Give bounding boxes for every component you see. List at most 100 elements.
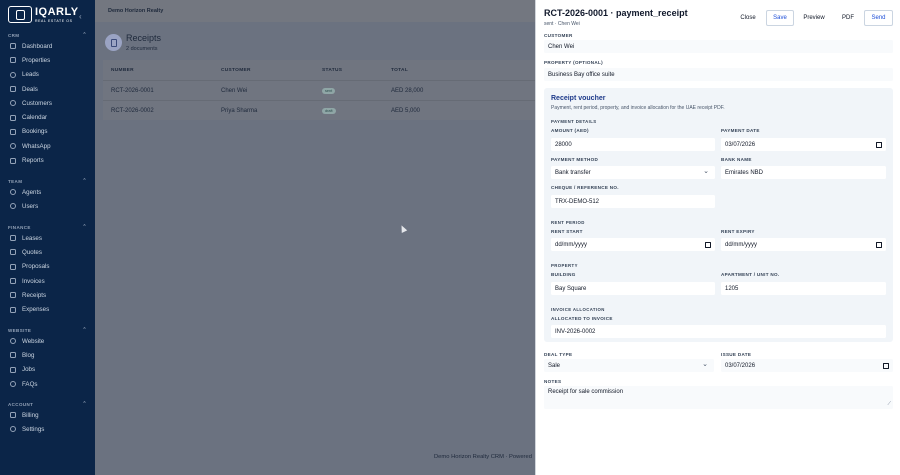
sidebar-item-billing[interactable]: Billing	[0, 408, 95, 422]
column-header-status[interactable]: STATUS	[322, 68, 391, 73]
users-icon	[10, 203, 16, 210]
payment-method-select[interactable]: Bank transfer	[551, 166, 715, 179]
receipt-number: RCT-2026-0002	[111, 107, 154, 114]
sidebar-item-receipts[interactable]: Receipts	[0, 288, 95, 302]
invoice-allocation-heading: INVOICE ALLOCATION	[551, 307, 605, 312]
notes-text: Receipt for sale commission	[548, 389, 624, 395]
sidebar-item-properties[interactable]: Properties	[0, 53, 95, 67]
rent-start-input[interactable]: dd/mm/yyyy	[551, 238, 715, 251]
resize-handle-icon[interactable]: ⟋	[887, 401, 891, 407]
allocated-invoice-input[interactable]: INV-2026-0002	[551, 325, 886, 338]
sidebar-item-proposals[interactable]: Proposals	[0, 260, 95, 274]
sidebar-item-invoices[interactable]: Invoices	[0, 274, 95, 288]
property-field[interactable]: Business Bay office suite	[544, 68, 893, 81]
amount-input[interactable]: 28000	[551, 138, 715, 151]
rent-expiry-input[interactable]: dd/mm/yyyy	[721, 238, 886, 251]
send-button[interactable]: Send	[864, 10, 893, 26]
issue-date-input[interactable]: 03/07/2026	[721, 359, 893, 372]
preview-button[interactable]: Preview	[798, 10, 830, 26]
sidebar-item-deals[interactable]: Deals	[0, 82, 95, 96]
rent-period-heading: RENT PERIOD	[551, 220, 585, 225]
chart-icon	[10, 157, 16, 164]
customer-label: CUSTOMER	[544, 33, 573, 38]
briefcase-icon	[10, 86, 16, 93]
save-button[interactable]: Save	[766, 10, 794, 26]
building-label: BUILDING	[551, 272, 576, 277]
nav-section-header[interactable]: ACCOUNT ⌃	[0, 400, 95, 408]
bookmark-icon	[10, 128, 16, 135]
gear-icon	[10, 426, 16, 433]
sidebar-item-blog[interactable]: Blog	[0, 348, 95, 362]
brand-logo[interactable]: IQARLY REAL ESTATE OS	[8, 6, 79, 23]
column-header-total[interactable]: TOTAL	[391, 68, 541, 73]
pdf-button[interactable]: PDF	[834, 10, 862, 26]
sidebar-item-calendar[interactable]: Calendar	[0, 110, 95, 124]
nav-section-header[interactable]: WEBSITE ⌃	[0, 326, 95, 334]
voucher-title: Receipt voucher	[551, 95, 606, 102]
user-check-icon	[10, 189, 16, 196]
deal-type-label: DEAL TYPE	[544, 352, 573, 357]
table-row[interactable]: RCT-2026-0001 Chen Wei sent AED 28,000	[103, 80, 543, 100]
document-icon	[10, 263, 16, 270]
nav-section-header[interactable]: CRM ⌃	[0, 31, 95, 39]
sidebar-item-quotes[interactable]: Quotes	[0, 245, 95, 259]
nav-section-account: ACCOUNT ⌃ Billing Settings	[0, 400, 95, 437]
deal-type-select[interactable]: Sale	[544, 359, 714, 372]
sidebar-item-agents[interactable]: Agents	[0, 185, 95, 199]
sidebar-item-jobs[interactable]: Jobs	[0, 363, 95, 377]
payment-date-input[interactable]: 03/07/2026	[721, 138, 886, 151]
sidebar: IQARLY REAL ESTATE OS ‹ CRM ⌃ Dashboard P…	[0, 0, 95, 475]
users-icon	[10, 71, 16, 78]
column-header-customer[interactable]: CUSTOMER	[221, 68, 322, 73]
sidebar-item-settings[interactable]: Settings	[0, 422, 95, 436]
voucher-description: Payment, rent period, property, and invo…	[551, 105, 725, 111]
org-name: Demo Horizon Realty	[108, 8, 164, 14]
amount-label: AMOUNT (AED)	[551, 128, 589, 133]
notes-label: NOTES	[544, 379, 562, 384]
receipt-number: RCT-2026-0001	[111, 87, 154, 94]
chat-icon	[10, 143, 16, 150]
collapse-sidebar-icon[interactable]: ‹	[79, 12, 82, 21]
status-badge: sent	[322, 87, 336, 94]
chevron-up-icon: ⌃	[82, 224, 87, 230]
receipt-voucher-panel: Receipt voucher Payment, rent period, pr…	[544, 88, 893, 342]
reference-input[interactable]: TRX-DEMO-512	[551, 195, 715, 208]
receipt-icon	[10, 292, 16, 299]
table-header: NUMBER CUSTOMER STATUS TOTAL	[103, 60, 543, 80]
customer-field[interactable]: Chen Wei	[544, 40, 893, 53]
brand-name: IQARLY	[35, 5, 79, 18]
sidebar-item-leases[interactable]: Leases	[0, 231, 95, 245]
notes-textarea[interactable]: Receipt for sale commission ⟋	[544, 386, 893, 409]
sidebar-item-bookings[interactable]: Bookings	[0, 125, 95, 139]
drawer-title: RCT-2026-0001 · payment_receipt	[544, 8, 688, 18]
column-header-number[interactable]: NUMBER	[103, 68, 221, 73]
receipt-customer: Chen Wei	[221, 87, 248, 94]
file-icon	[10, 235, 16, 242]
chevron-up-icon: ⌃	[82, 401, 87, 407]
pen-icon	[10, 352, 16, 359]
bank-name-input[interactable]: Emirates NBD	[721, 166, 886, 179]
receipt-total: AED 28,000	[391, 87, 424, 94]
chevron-up-icon: ⌃	[82, 32, 87, 38]
nav-section-website: WEBSITE ⌃ Website Blog Jobs FAQs	[0, 326, 95, 391]
sidebar-item-faqs[interactable]: FAQs	[0, 377, 95, 391]
sidebar-item-users[interactable]: Users	[0, 199, 95, 213]
nav-section-header[interactable]: TEAM ⌃	[0, 177, 95, 185]
building-input[interactable]: Bay Square	[551, 282, 715, 295]
close-button[interactable]: Close	[732, 10, 764, 26]
sidebar-item-leads[interactable]: Leads	[0, 68, 95, 82]
sidebar-item-whatsapp[interactable]: WhatsApp	[0, 139, 95, 153]
sidebar-item-customers[interactable]: Customers	[0, 96, 95, 110]
table-row[interactable]: RCT-2026-0002 Priya Sharma draft AED 5,0…	[103, 100, 543, 120]
nav-section-header[interactable]: FINANCE ⌃	[0, 223, 95, 231]
logo-icon	[8, 6, 32, 23]
receipt-customer: Priya Sharma	[221, 107, 258, 114]
payment-date-label: PAYMENT DATE	[721, 128, 760, 133]
bank-name-label: BANK NAME	[721, 157, 752, 162]
sidebar-item-dashboard[interactable]: Dashboard	[0, 39, 95, 53]
sidebar-item-expenses[interactable]: Expenses	[0, 302, 95, 316]
unit-input[interactable]: 1205	[721, 282, 886, 295]
brand-subtitle: REAL ESTATE OS	[35, 18, 73, 23]
sidebar-item-website[interactable]: Website	[0, 334, 95, 348]
sidebar-item-reports[interactable]: Reports	[0, 153, 95, 167]
